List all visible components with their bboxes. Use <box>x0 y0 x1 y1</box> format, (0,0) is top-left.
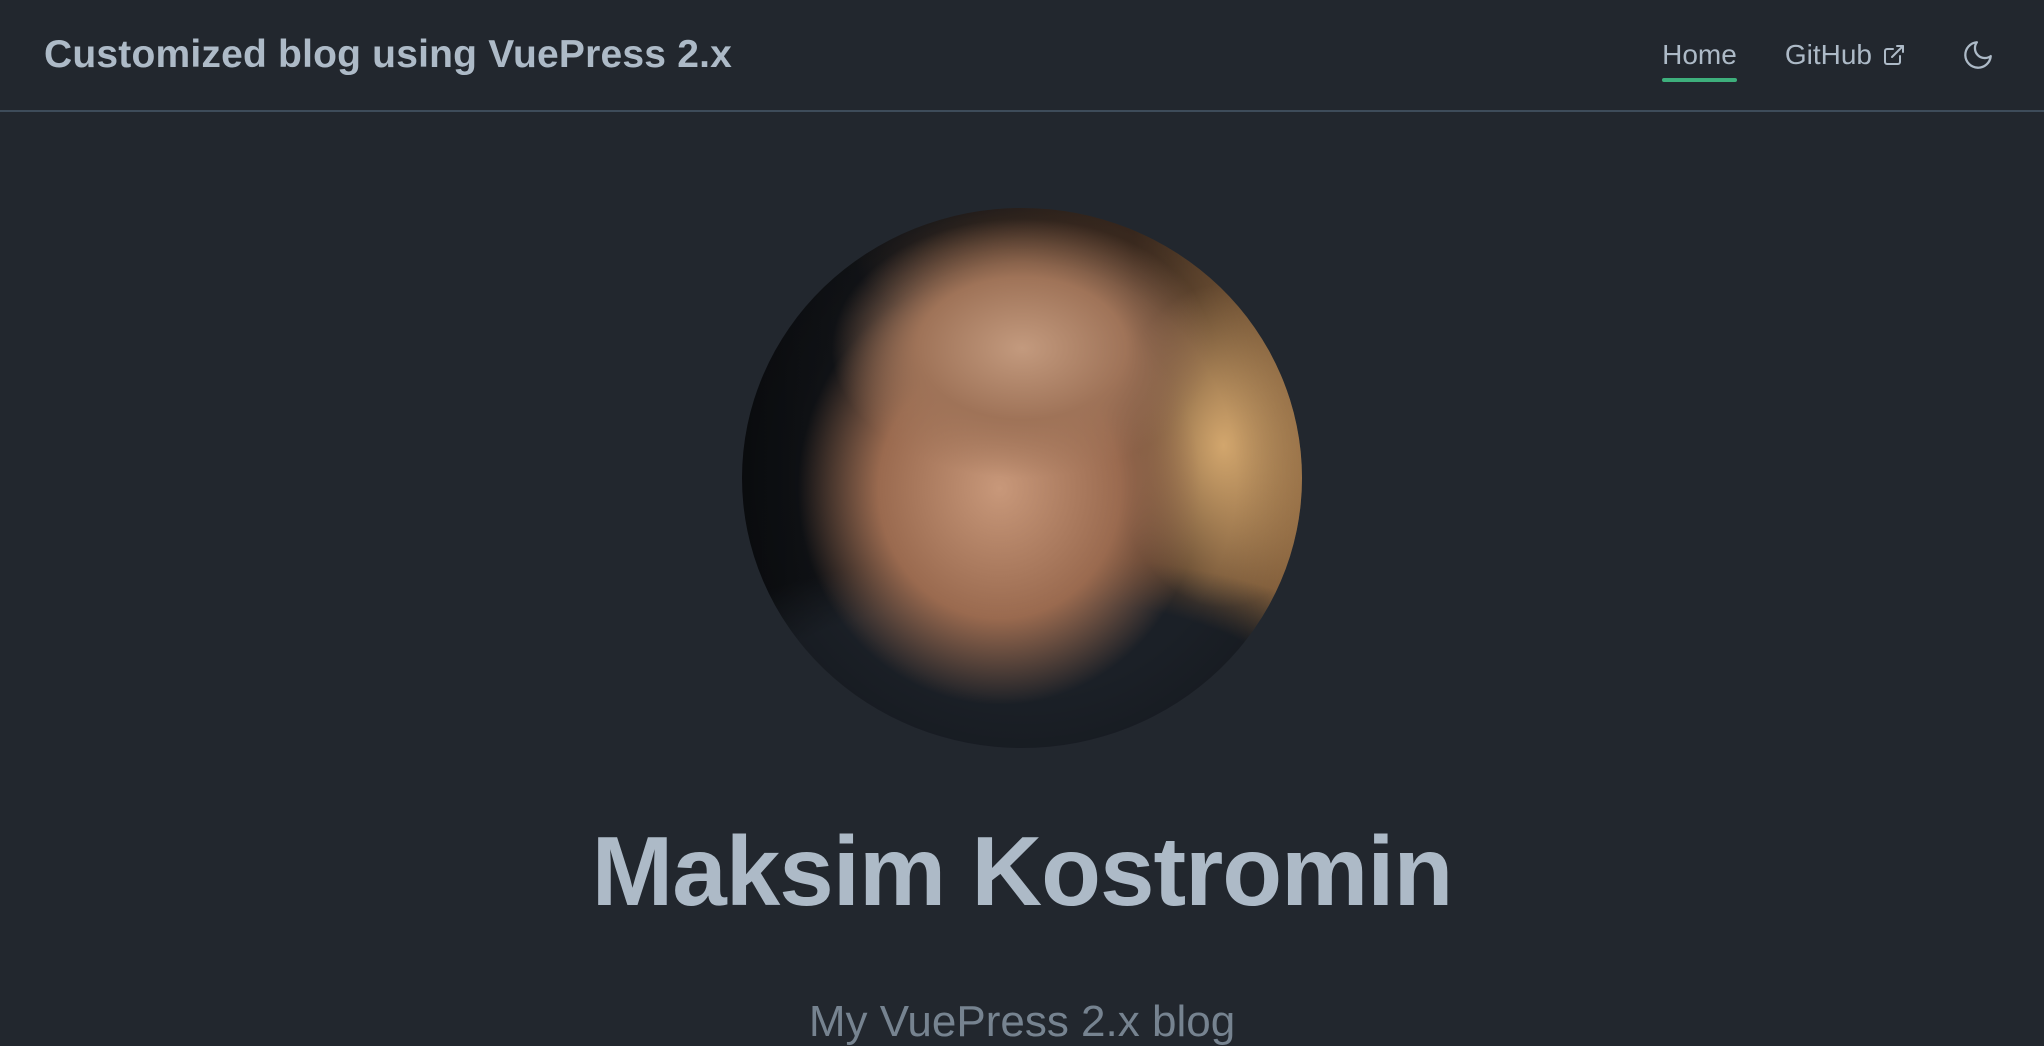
nav-link-home[interactable]: Home <box>1662 0 1737 110</box>
navbar: Customized blog using VuePress 2.x Home … <box>0 0 2044 112</box>
moon-icon <box>1964 41 1992 69</box>
external-link-icon <box>1884 45 1904 65</box>
theme-toggle-button[interactable] <box>1956 33 2000 77</box>
hero-name: Maksim Kostromin <box>591 815 1454 926</box>
avatar-shade <box>742 208 1302 748</box>
nav-link-github[interactable]: GitHub <box>1785 0 1906 110</box>
avatar <box>742 208 1302 748</box>
nav-links: Home GitHub <box>1614 0 2000 110</box>
hero: Maksim Kostromin My VuePress 2.x blog <box>0 114 2044 1046</box>
hero-tagline: My VuePress 2.x blog <box>808 996 1236 1046</box>
site-name-link[interactable]: Customized blog using VuePress 2.x <box>44 33 732 77</box>
nav-link-github-label: GitHub <box>1784 39 1872 70</box>
